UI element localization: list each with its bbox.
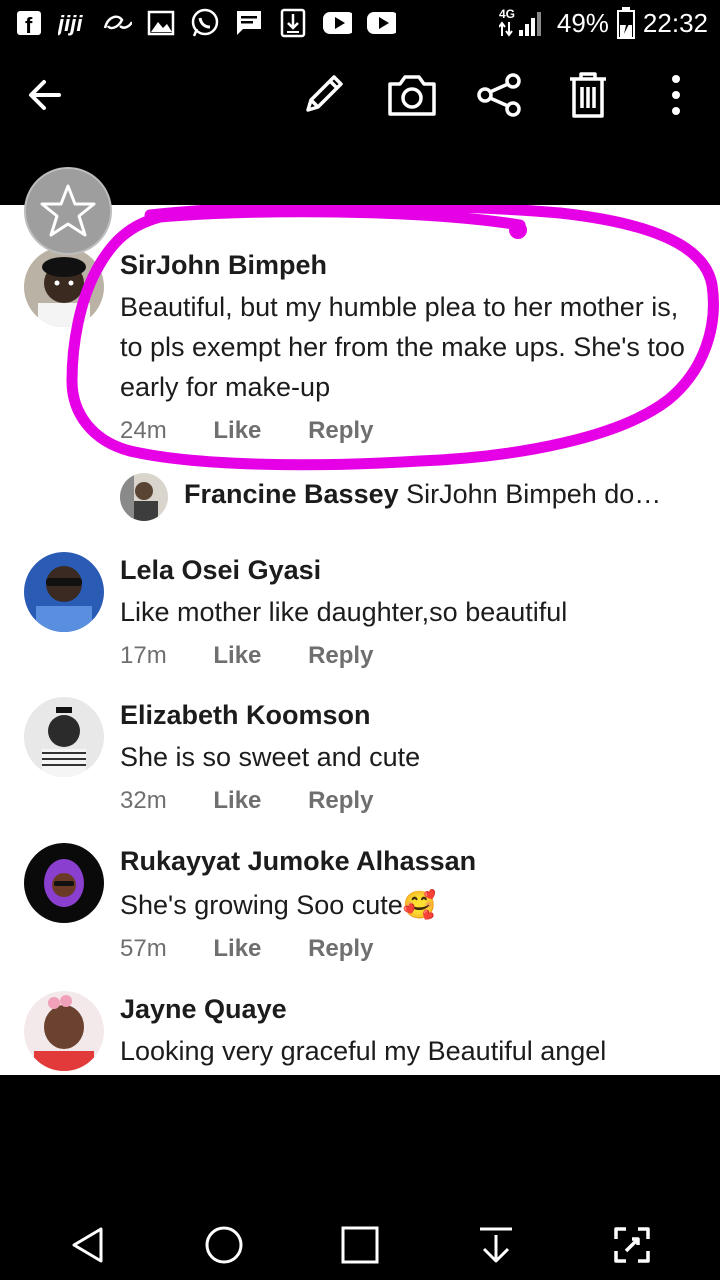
status-indicators: 4G 49% 22:32 <box>498 6 708 40</box>
svg-text:jiji: jiji <box>58 11 83 36</box>
reply-author[interactable]: Francine Bassey <box>184 479 399 509</box>
comment-text: Like mother like daughter,so beautiful <box>120 597 568 627</box>
nav-recents-button[interactable] <box>330 1215 390 1275</box>
comment-author[interactable]: SirJohn Bimpeh <box>120 250 327 281</box>
reply-button[interactable]: Reply <box>308 787 373 815</box>
like-button[interactable]: Like <box>213 417 261 445</box>
reply-snippet: SirJohn Bimpeh do… <box>406 479 662 509</box>
avatar[interactable] <box>24 697 104 777</box>
comment-time: 17m <box>120 642 167 669</box>
avatar[interactable] <box>24 552 104 632</box>
nav-home-button[interactable] <box>194 1215 254 1275</box>
signal-4g-icon: 4G <box>498 7 541 37</box>
like-button[interactable]: Like <box>213 642 261 670</box>
clock: 22:32 <box>642 7 708 38</box>
share-button[interactable] <box>469 65 529 125</box>
reply-button[interactable]: Reply <box>308 417 373 445</box>
facebook-icon: f <box>14 8 44 38</box>
delete-button[interactable] <box>558 65 618 125</box>
share-icon <box>477 73 521 117</box>
photo-toolbar <box>0 50 720 205</box>
back-button[interactable] <box>15 65 75 125</box>
comment-text: Looking very graceful my Beautiful angel <box>120 1036 607 1066</box>
youtube-icon <box>366 8 396 38</box>
comment-author[interactable]: Jayne Quaye <box>120 994 287 1025</box>
download-icon <box>278 8 308 38</box>
comment-meta: 24m Like Reply <box>120 417 373 445</box>
favorite-button[interactable] <box>24 167 112 255</box>
back-triangle-icon <box>72 1227 103 1263</box>
comment-text: Beautiful, but my humble plea to her mot… <box>120 292 685 402</box>
avatar[interactable] <box>24 843 104 923</box>
comment-author[interactable]: Elizabeth Koomson <box>120 700 371 731</box>
avatar[interactable] <box>120 473 168 521</box>
comments-screenshot: SirJohn Bimpeh Beautiful, but my humble … <box>0 205 720 1075</box>
comment-time: 24m <box>120 417 167 444</box>
notification-icons: f jiji <box>14 8 396 38</box>
reply-preview[interactable]: Francine Bassey SirJohn Bimpeh do… <box>120 473 700 523</box>
alibaba-icon <box>102 8 132 38</box>
comment-time: 32m <box>120 787 167 814</box>
network-type: 4G <box>499 7 515 21</box>
navigation-bar <box>0 1075 720 1280</box>
message-icon <box>234 8 264 38</box>
comment-author[interactable]: Rukayyat Jumoke Alhassan <box>120 846 476 877</box>
youtube-icon <box>322 8 352 38</box>
screenshot-expand-icon <box>614 1227 650 1263</box>
svg-text:f: f <box>25 13 33 36</box>
avatar[interactable] <box>24 247 104 327</box>
comment-author[interactable]: Lela Osei Gyasi <box>120 555 321 586</box>
nav-screenshot-button[interactable] <box>602 1215 662 1275</box>
camera-icon <box>388 75 436 116</box>
edit-button[interactable] <box>293 65 353 125</box>
like-button[interactable]: Like <box>213 787 261 815</box>
camera-button[interactable] <box>382 65 442 125</box>
download-arrow-icon <box>480 1227 512 1263</box>
status-bar: f jiji 4G 49% 22:32 <box>0 0 720 50</box>
reply-button[interactable]: Reply <box>308 935 373 963</box>
delete-trash-icon <box>570 72 606 118</box>
recents-square-icon <box>341 1226 379 1264</box>
comment-meta: 32m Like Reply <box>120 787 373 815</box>
comment-text: She's growing Soo cute🥰 <box>120 890 437 920</box>
home-circle-icon <box>205 1226 243 1264</box>
comment-time: 57m <box>120 935 167 962</box>
battery-icon <box>616 7 635 39</box>
whatsapp-icon <box>190 8 220 38</box>
more-options-button[interactable] <box>646 65 706 125</box>
comment-meta: 17m Like Reply <box>120 642 373 670</box>
reply-button[interactable]: Reply <box>308 642 373 670</box>
image-icon <box>146 8 176 38</box>
comment-text: She is so sweet and cute <box>120 742 421 772</box>
reply-preview-text: Francine Bassey SirJohn Bimpeh do… <box>184 479 700 510</box>
back-arrow-icon <box>29 80 61 110</box>
like-button[interactable]: Like <box>213 935 261 963</box>
edit-pencil-icon <box>306 75 343 112</box>
nav-download-button[interactable] <box>466 1215 526 1275</box>
comment-meta: 57m Like Reply <box>120 935 373 963</box>
jiji-icon: jiji <box>58 8 88 38</box>
nav-back-button[interactable] <box>58 1215 118 1275</box>
more-vertical-icon <box>672 75 680 115</box>
avatar[interactable] <box>24 991 104 1071</box>
battery-percent: 49% <box>556 7 609 38</box>
star-icon <box>40 184 96 237</box>
